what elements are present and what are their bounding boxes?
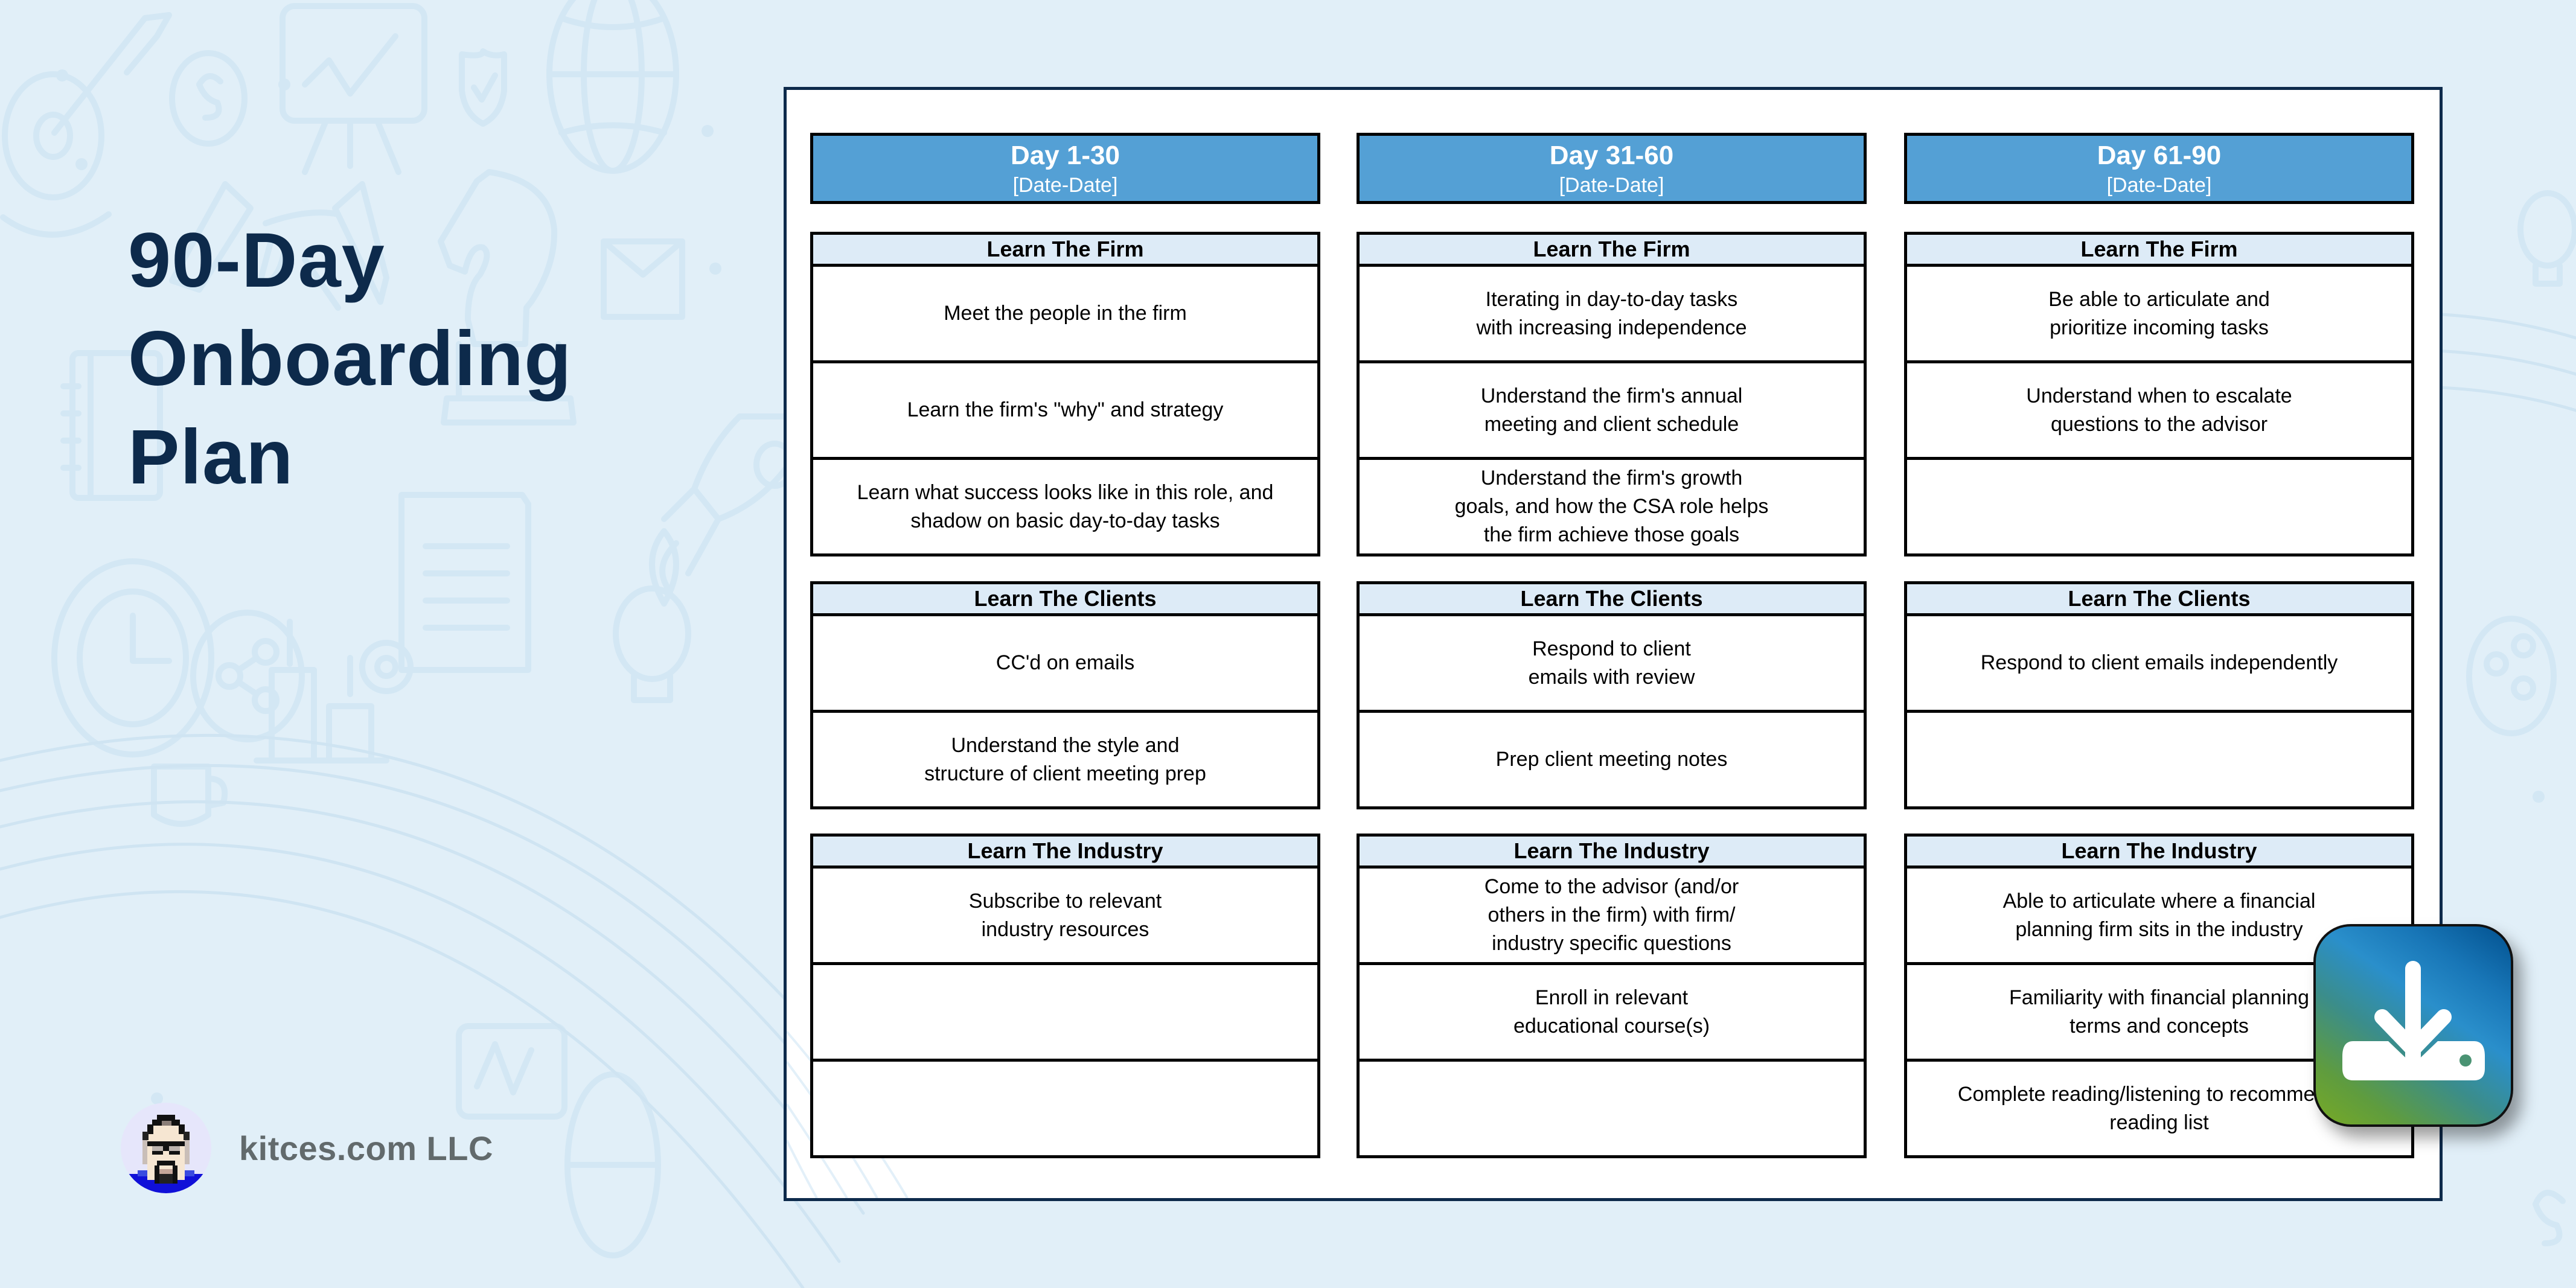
period-header: Day 31-60 [Date-Date] bbox=[1357, 133, 1867, 204]
pixel-avatar-icon bbox=[121, 1115, 211, 1193]
dollar-coin-icon bbox=[169, 50, 248, 147]
task-cell: Understand the style and structure of cl… bbox=[924, 733, 1206, 785]
download-icon bbox=[2342, 961, 2485, 1080]
task-cell: Respond to client emails with review bbox=[1360, 616, 1864, 713]
download-button[interactable] bbox=[2313, 924, 2513, 1127]
section-learn-the-industry: Learn The Industry Come to the advisor (… bbox=[1357, 834, 1867, 1158]
task-cell-empty bbox=[813, 965, 1317, 1062]
target-icon bbox=[0, 12, 172, 238]
avatar bbox=[121, 1103, 211, 1193]
task-cell: Meet the people in the firm bbox=[813, 267, 1317, 363]
section-learn-the-firm: Learn The Firm Be able to articulate and… bbox=[1904, 232, 2414, 556]
task-cell: Be able to articulate and prioritize inc… bbox=[1907, 267, 2411, 363]
page-title: 90-Day Onboarding Plan bbox=[128, 211, 572, 506]
task-cell: Learn the firm's "why" and strategy bbox=[813, 363, 1317, 460]
period-dates: [Date-Date] bbox=[2106, 174, 2212, 197]
title-line-3: Plan bbox=[128, 414, 294, 500]
task-cell: Subscribe to relevant industry resources bbox=[813, 869, 1317, 965]
title-line-2: Onboarding bbox=[128, 316, 572, 402]
onboarding-plan-document: Day 1-30 [Date-Date] Learn The Firm Meet… bbox=[784, 87, 2443, 1201]
globe-icon bbox=[546, 0, 679, 174]
period-dates: [Date-Date] bbox=[1559, 174, 1664, 197]
task-cell: Learn what success looks like in this ro… bbox=[857, 480, 1274, 532]
task-cell: CC'd on emails bbox=[813, 616, 1317, 713]
task-cell-empty bbox=[1907, 460, 2411, 553]
period-title: Day 31-60 bbox=[1549, 141, 1674, 170]
task-cell: Understand the firm's growth goals, and … bbox=[1454, 467, 1769, 546]
period-column-day-1-30: Day 1-30 [Date-Date] Learn The Firm Meet… bbox=[810, 133, 1320, 1158]
task-cell-empty bbox=[1907, 713, 2411, 806]
task-cell: Iterating in day-to-day tasks with incre… bbox=[1360, 267, 1864, 363]
section-header: Learn The Industry bbox=[813, 837, 1317, 869]
section-learn-the-industry: Learn The Industry Subscribe to relevant… bbox=[810, 834, 1320, 1158]
period-dates: [Date-Date] bbox=[1012, 174, 1118, 197]
period-column-day-31-60: Day 31-60 [Date-Date] Learn The Firm Ite… bbox=[1357, 133, 1867, 1158]
share-icon-right bbox=[2466, 616, 2557, 736]
lightbulb-icon bbox=[613, 585, 691, 703]
dollar-icon-right bbox=[2533, 1190, 2566, 1246]
period-title: Day 61-90 bbox=[2097, 141, 2222, 170]
document-icon bbox=[398, 492, 531, 673]
section-header: Learn The Clients bbox=[1907, 584, 2411, 616]
task-cell: Come to the advisor (and/or others in th… bbox=[1360, 869, 1864, 965]
task-cell-empty bbox=[1360, 1062, 1864, 1155]
period-header: Day 1-30 [Date-Date] bbox=[810, 133, 1320, 204]
section-header: Learn The Clients bbox=[1360, 584, 1864, 616]
section-learn-the-clients: Learn The Clients Respond to client emai… bbox=[1357, 581, 1867, 809]
section-header: Learn The Industry bbox=[1907, 837, 2411, 869]
period-column-day-61-90: Day 61-90 [Date-Date] Learn The Firm Be … bbox=[1904, 133, 2414, 1158]
clock-icon bbox=[51, 558, 214, 757]
section-learn-the-clients: Learn The Clients CC'd on emails Underst… bbox=[810, 581, 1320, 809]
task-cell: Understand the firm's annual meeting and… bbox=[1360, 363, 1864, 460]
section-learn-the-clients: Learn The Clients Respond to client emai… bbox=[1904, 581, 2414, 809]
section-header: Learn The Firm bbox=[1360, 235, 1864, 267]
brand-name: kitces.com LLC bbox=[239, 1129, 493, 1167]
section-header: Learn The Firm bbox=[813, 235, 1317, 267]
task-cell: Prep client meeting notes bbox=[1495, 748, 1728, 771]
task-cell: Respond to client emails independently bbox=[1907, 616, 2411, 713]
title-line-1: 90-Day bbox=[128, 217, 385, 304]
section-learn-the-firm: Learn The Firm Iterating in day-to-day t… bbox=[1357, 232, 1867, 556]
coffee-cup-icon bbox=[151, 764, 228, 827]
bulb-icon-right bbox=[2517, 190, 2576, 287]
task-cell-empty bbox=[813, 1062, 1317, 1155]
shield-icon bbox=[459, 48, 507, 127]
task-cell: Understand when to escalate questions to… bbox=[1907, 363, 2411, 460]
task-cell: Enroll in relevant educational course(s) bbox=[1360, 965, 1864, 1062]
envelope-icon bbox=[601, 238, 685, 320]
brand: kitces.com LLC bbox=[121, 1103, 493, 1193]
period-title: Day 1-30 bbox=[1010, 141, 1120, 170]
presentation-board-icon bbox=[280, 3, 427, 175]
section-header: Learn The Firm bbox=[1907, 235, 2411, 267]
period-header: Day 61-90 [Date-Date] bbox=[1904, 133, 2414, 204]
section-header: Learn The Clients bbox=[813, 584, 1317, 616]
section-header: Learn The Industry bbox=[1360, 837, 1864, 869]
section-learn-the-firm: Learn The Firm Meet the people in the fi… bbox=[810, 232, 1320, 556]
